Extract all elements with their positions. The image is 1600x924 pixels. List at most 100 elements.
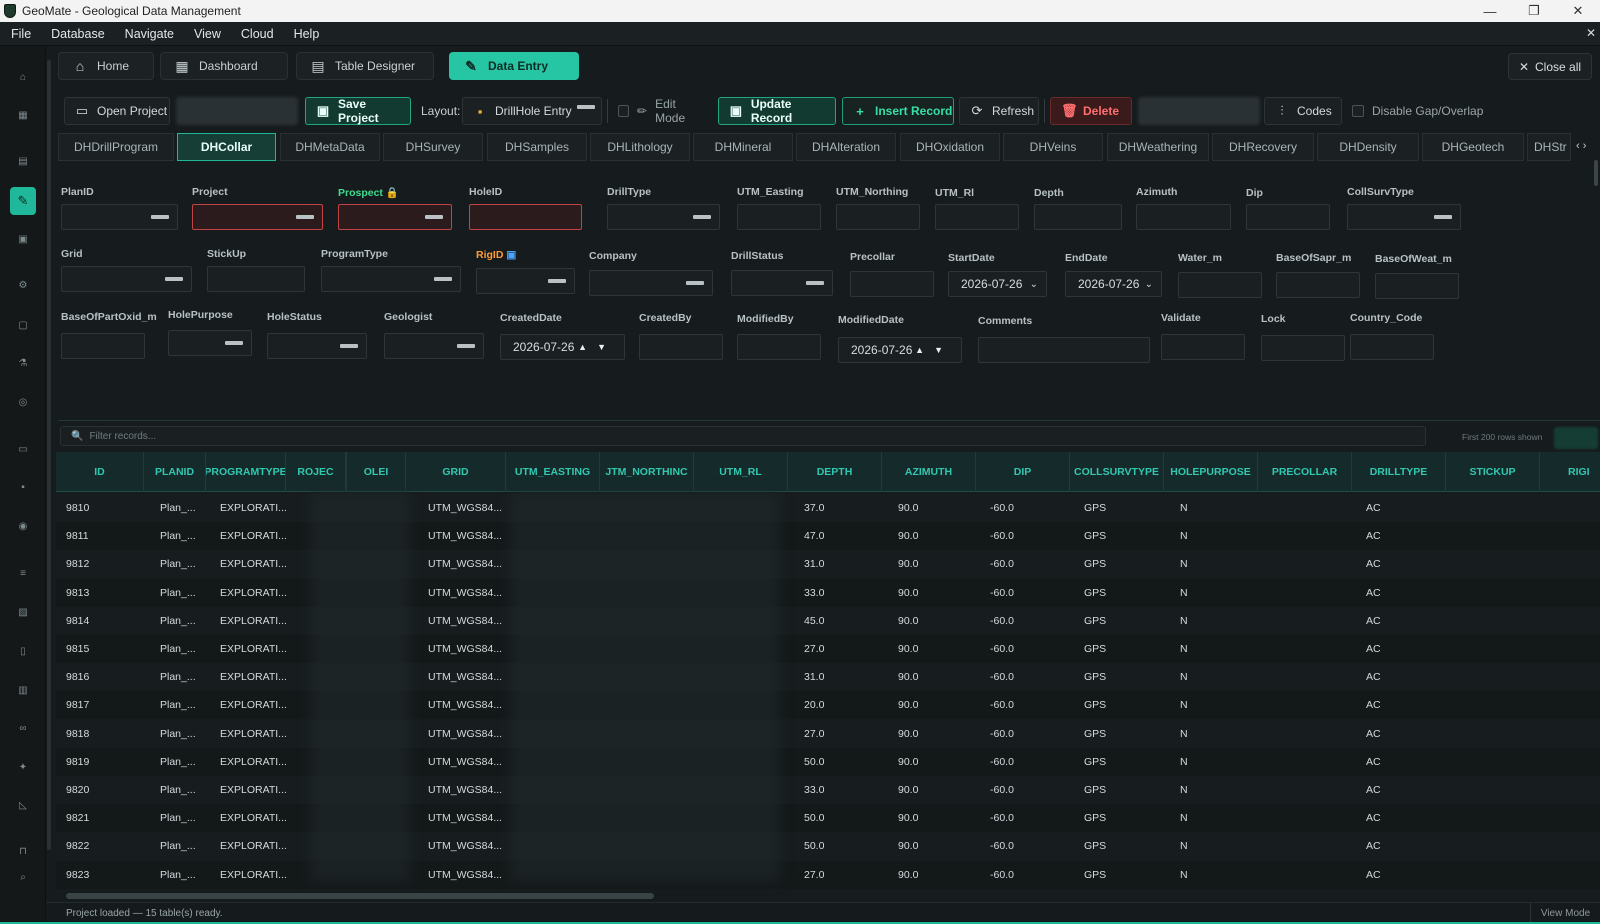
column-header-depth[interactable]: DEPTH <box>788 452 882 492</box>
settings-icon[interactable]: ⚙ <box>12 274 34 296</box>
record-selector[interactable] <box>1138 97 1260 125</box>
project-name-field[interactable] <box>176 97 298 125</box>
table-row[interactable]: 9812 Plan_... EXPLORATI... UTM_WGS84... 31.0… <box>56 550 1600 579</box>
column-header-utm-rl[interactable]: UTM_RL <box>694 452 788 492</box>
table-row[interactable]: 9811 Plan_... EXPLORATI... UTM_WGS84... 47.0… <box>56 522 1600 551</box>
edit-mode-toggle[interactable]: ✏ Edit Mode <box>614 97 704 125</box>
comments-input[interactable] <box>978 337 1150 363</box>
collsurvtype-combo[interactable] <box>1347 204 1461 230</box>
table-row[interactable]: 9817 Plan_... EXPLORATI... UTM_WGS84... 20.0… <box>56 691 1600 720</box>
company-combo[interactable] <box>589 270 713 296</box>
holeid-input[interactable] <box>469 204 582 230</box>
home-nav-button[interactable]: ⌂ Home <box>58 52 154 80</box>
chart-icon[interactable]: ◺ <box>12 794 34 816</box>
search-icon[interactable]: ⌕ <box>12 866 34 888</box>
window-icon[interactable]: ⊓ <box>12 840 34 862</box>
table-row[interactable]: 9813 Plan_... EXPLORATI... UTM_WGS84... 33.0… <box>56 578 1600 607</box>
column-header-planid[interactable]: PLANID <box>144 452 206 492</box>
column-header-id[interactable]: ID <box>56 452 144 492</box>
column-header-holeid[interactable]: OLEI <box>346 452 406 492</box>
table-row[interactable]: 9810 Plan_... EXPLORATI... UTM_WGS84... 37.0… <box>56 494 1600 522</box>
grid-icon[interactable]: ▣ <box>12 228 34 250</box>
clipboard-icon[interactable]: ▢ <box>12 314 34 336</box>
depth-input[interactable] <box>1034 204 1122 230</box>
tab-scroll-arrows-icon[interactable]: ‹ › <box>1576 140 1586 152</box>
sidebar-scrollbar[interactable] <box>47 60 51 850</box>
menu-help[interactable]: Help <box>283 27 329 41</box>
utm-easting-input[interactable] <box>737 204 821 230</box>
tab-dhgeotech[interactable]: DHGeotech <box>1422 133 1524 161</box>
codes-button[interactable]: ⫶ Codes <box>1264 97 1342 125</box>
tab-dhdensity[interactable]: DHDensity <box>1317 133 1419 161</box>
column-header-drilltype[interactable]: DRILLTYPE <box>1352 452 1446 492</box>
column-header-stickup[interactable]: STICKUP <box>1446 452 1540 492</box>
column-header-grid[interactable]: GRID <box>406 452 506 492</box>
link-icon[interactable]: ∞ <box>12 717 34 739</box>
table-row[interactable]: 9818 Plan_... EXPLORATI... UTM_WGS84... 27.0… <box>56 719 1600 748</box>
drillstatus-combo[interactable] <box>731 270 833 296</box>
modifieddate-picker[interactable]: 2026-07-26 ▲▼ <box>838 337 962 363</box>
column-header-programtype[interactable]: PROGRAMTYPE <box>206 452 286 492</box>
tab-dhveins[interactable]: DHVeins <box>1003 133 1103 161</box>
tab-dhcollar[interactable]: DHCollar <box>177 133 276 161</box>
document-icon[interactable]: ▯ <box>12 640 34 662</box>
column-header-holepurpose[interactable]: HOLEPURPOSE <box>1164 452 1258 492</box>
form-scrollbar[interactable] <box>1594 160 1598 186</box>
prospect-combo[interactable] <box>338 204 452 230</box>
menu-file[interactable]: File <box>0 27 40 41</box>
close-window-button[interactable]: ✕ <box>1556 0 1600 22</box>
disable-gap-toggle[interactable]: Disable Gap/Overlap <box>1346 97 1496 125</box>
geologist-combo[interactable] <box>384 333 484 359</box>
horizontal-scrollbar[interactable] <box>66 893 654 899</box>
precollar-input[interactable] <box>850 271 934 297</box>
column-header-azimuth[interactable]: AZIMUTH <box>882 452 976 492</box>
table-row[interactable]: 9820 Plan_... EXPLORATI... UTM_WGS84... 33.0… <box>56 776 1600 804</box>
column-header-rigid[interactable]: RIGI <box>1540 452 1600 492</box>
tab-dhsamples[interactable]: DHSamples <box>487 133 587 161</box>
menu-cloud[interactable]: Cloud <box>230 27 283 41</box>
image-icon[interactable]: ▨ <box>12 601 34 623</box>
tab-dhoxidation[interactable]: DHOxidation <box>900 133 1000 161</box>
validate-input[interactable] <box>1161 334 1245 360</box>
dip-input[interactable] <box>1246 204 1330 230</box>
water-m-input[interactable] <box>1178 272 1262 298</box>
menu-close-icon[interactable]: ✕ <box>1586 26 1596 40</box>
createddate-picker[interactable]: 2026-07-26 ▲▼ <box>500 334 625 360</box>
truck-icon[interactable]: ▭ <box>12 438 34 460</box>
tools-icon[interactable]: ✦ <box>12 756 34 778</box>
dashboard-icon[interactable]: ▦ <box>12 104 34 126</box>
spin-arrows-icon[interactable]: ▲▼ <box>915 345 953 355</box>
column-header-precollar[interactable]: PRECOLLAR <box>1258 452 1352 492</box>
save-project-button[interactable]: ▣ Save Project <box>305 97 411 125</box>
lock-input[interactable] <box>1261 335 1345 361</box>
tab-dhmetadata[interactable]: DHMetaData <box>280 133 380 161</box>
compass-icon[interactable]: ◎ <box>12 391 34 413</box>
tab-dhalteration[interactable]: DHAlteration <box>796 133 896 161</box>
insert-record-button[interactable]: + Insert Record <box>842 97 954 125</box>
project-combo[interactable] <box>192 204 323 230</box>
table-row[interactable]: 9814 Plan_... EXPLORATI... UTM_WGS84... 45.0… <box>56 606 1600 635</box>
utm-rl-input[interactable] <box>935 204 1019 230</box>
table-row[interactable]: 9816 Plan_... EXPLORATI... UTM_WGS84... 31.0… <box>56 663 1600 692</box>
drilltype-combo[interactable] <box>607 204 720 230</box>
column-header-dip[interactable]: DIP <box>976 452 1070 492</box>
column-header-utm-easting[interactable]: UTM_EASTING <box>506 452 600 492</box>
startdate-picker[interactable]: 2026-07-26 ⌄ <box>948 271 1047 297</box>
tab-dhdrillprogram[interactable]: DHDrillProgram <box>58 133 174 161</box>
data-entry-icon[interactable]: ✎ <box>10 187 36 215</box>
holepurpose-combo[interactable] <box>168 330 252 356</box>
tab-dhsurvey[interactable]: DHSurvey <box>383 133 483 161</box>
tab-dhweathering[interactable]: DHWeathering <box>1107 133 1209 161</box>
open-project-button[interactable]: ▭ Open Project <box>64 97 170 125</box>
data-entry-nav-button[interactable]: ✎ Data Entry <box>449 52 579 80</box>
update-record-button[interactable]: ▣ Update Record <box>718 97 836 125</box>
column-header-utm-northing[interactable]: JTM_NORTHINC <box>600 452 694 492</box>
tab-dhlithology[interactable]: DHLithology <box>590 133 690 161</box>
calendar-icon[interactable]: ▥ <box>12 679 34 701</box>
planid-combo[interactable] <box>61 204 178 230</box>
layout-select[interactable]: ▪ DrillHole Entry <box>462 97 602 125</box>
modifiedby-input[interactable] <box>737 334 821 360</box>
database-icon[interactable]: ≡ <box>12 562 34 584</box>
table-row[interactable]: 9821 Plan_... EXPLORATI... UTM_WGS84... 50.0… <box>56 804 1600 833</box>
dashboard-nav-button[interactable]: ▦ Dashboard <box>160 52 288 80</box>
